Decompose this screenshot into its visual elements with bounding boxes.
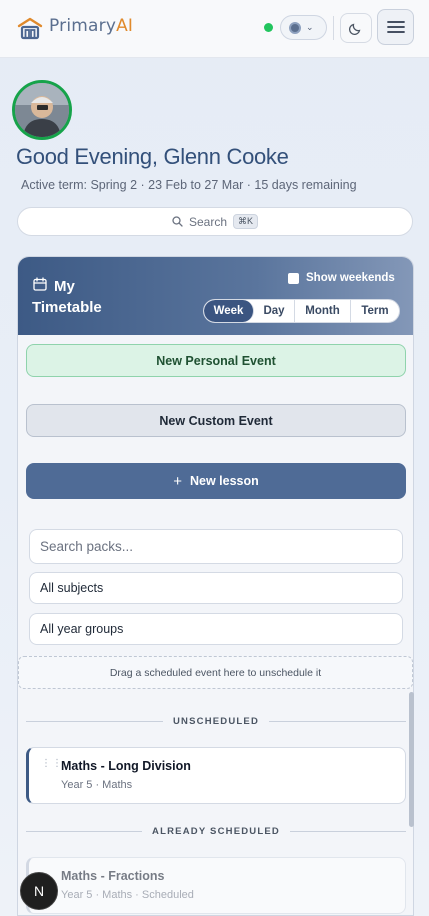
event-subtitle: Year 5 · Maths <box>61 779 133 791</box>
timetable-card: My Timetable Show weekends Week Day Mont… <box>17 256 414 916</box>
event-title: Maths - Fractions <box>61 869 165 883</box>
unscheduled-heading: UNSCHEDULED <box>172 715 260 727</box>
page-title: Good Evening, Glenn Cooke <box>16 144 289 169</box>
tab-day[interactable]: Day <box>254 300 295 322</box>
list-item[interactable]: ⋮⋮ Maths - Long Division Year 5 · Maths <box>26 747 406 804</box>
timetable-header: My Timetable Show weekends Week Day Mont… <box>18 257 413 335</box>
plus-icon: + <box>173 472 182 490</box>
list-item[interactable]: Maths - Fractions Year 5 · Maths · Sched… <box>26 857 406 914</box>
brand-primary: Primary <box>49 16 117 36</box>
drag-handle-icon[interactable]: ⋮⋮ <box>41 759 63 769</box>
unscheduled-divider: UNSCHEDULED <box>26 714 407 728</box>
scheduled-heading: ALREADY SCHEDULED <box>152 825 280 837</box>
view-switcher: Week Day Month Term <box>203 299 400 323</box>
menu-button[interactable] <box>377 9 414 45</box>
search-shortcut: ⌘K <box>233 214 259 229</box>
show-weekends-label: Show weekends <box>306 272 395 284</box>
brand-ai: AI <box>116 16 134 36</box>
show-weekends-checkbox[interactable] <box>288 272 299 284</box>
unschedule-dropzone[interactable]: Drag a scheduled event here to unschedul… <box>18 656 413 689</box>
new-custom-event-button[interactable]: New Custom Event <box>26 404 406 437</box>
divider <box>333 16 334 40</box>
chevron-down-icon: ⌄ <box>306 22 314 33</box>
home-logo-icon[interactable] <box>16 14 44 42</box>
brand-name[interactable]: PrimaryAI <box>49 16 133 36</box>
timetable-title: My Timetable <box>32 278 102 316</box>
event-title: Maths - Long Division <box>61 759 191 773</box>
event-subtitle: Year 5 · Maths · Scheduled <box>61 889 194 901</box>
active-term-info: Active term: Spring 2 · 23 Feb to 27 Mar… <box>21 178 357 192</box>
globe-icon <box>289 21 301 34</box>
new-lesson-label: New lesson <box>189 474 259 488</box>
top-bar: PrimaryAI ⌄ <box>0 0 429 58</box>
moon-icon <box>349 23 361 35</box>
theme-toggle-button[interactable] <box>340 13 372 43</box>
online-status-dot <box>264 23 273 32</box>
search-icon <box>172 216 183 227</box>
search-label: Search <box>188 214 227 229</box>
scrollbar[interactable] <box>409 692 414 827</box>
tab-month[interactable]: Month <box>295 300 351 322</box>
tab-week[interactable]: Week <box>204 300 254 322</box>
new-personal-event-button[interactable]: New Personal Event <box>26 344 406 377</box>
new-lesson-button[interactable]: + New lesson <box>26 463 406 499</box>
search-bar[interactable]: Search ⌘K <box>17 207 413 236</box>
subject-filter-select[interactable]: All subjects <box>29 572 403 604</box>
language-selector[interactable]: ⌄ <box>280 15 327 40</box>
scheduled-divider: ALREADY SCHEDULED <box>26 824 406 838</box>
search-packs-input[interactable]: Search packs... <box>29 529 403 564</box>
menu-icon <box>386 21 405 33</box>
dev-badge[interactable]: N <box>20 872 58 910</box>
avatar[interactable] <box>12 80 72 140</box>
tab-term[interactable]: Term <box>351 300 399 322</box>
year-group-filter-select[interactable]: All year groups <box>29 613 403 645</box>
show-weekends-toggle[interactable]: Show weekends <box>288 272 395 284</box>
user-photo <box>15 83 69 137</box>
